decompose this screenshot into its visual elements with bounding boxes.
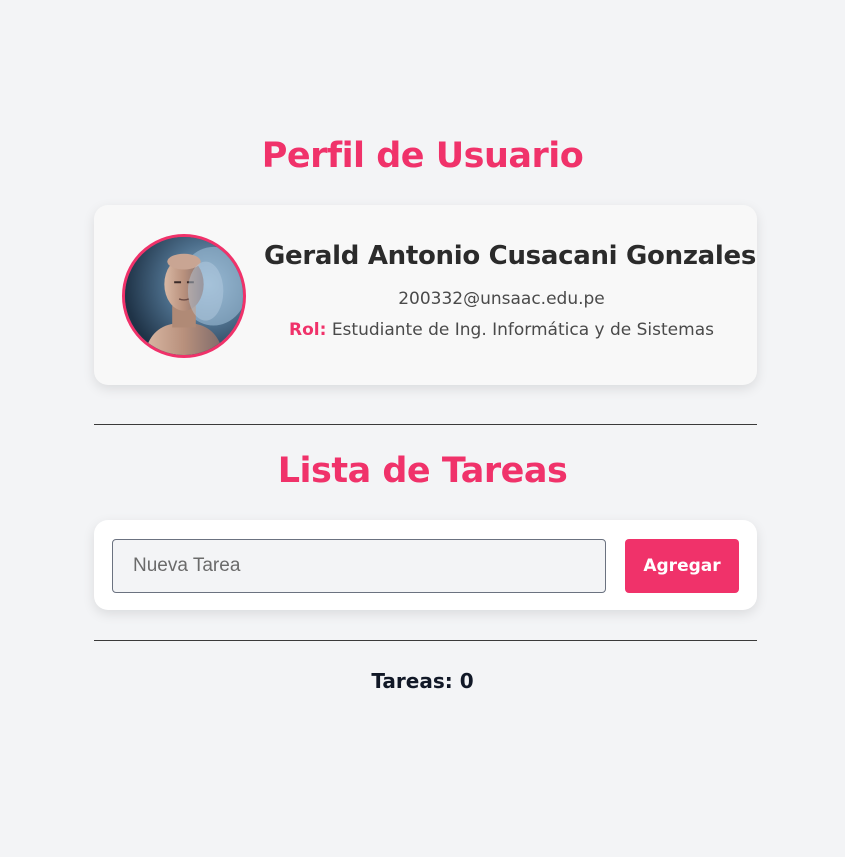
profile-email: 200332@unsaac.edu.pe	[398, 289, 605, 309]
divider	[94, 424, 757, 425]
profile-name: Gerald Antonio Cusacani Gonzales	[264, 241, 757, 271]
new-task-input[interactable]	[112, 539, 606, 593]
profile-card: Gerald Antonio Cusacani Gonzales 200332@…	[94, 205, 757, 385]
user-photo-icon	[125, 237, 243, 355]
page: Perfil de Usuario Gerald Antonio Cusacan…	[0, 0, 845, 857]
add-task-button[interactable]: Agregar	[625, 539, 739, 593]
profile-info: Gerald Antonio Cusacani Gonzales 200332@…	[264, 241, 757, 340]
profile-role: Rol: Estudiante de Ing. Informática y de…	[264, 320, 739, 340]
divider	[94, 640, 757, 641]
task-count: Tareas: 0	[371, 669, 474, 693]
avatar	[122, 234, 246, 358]
role-label: Rol:	[289, 320, 327, 340]
profile-title: Perfil de Usuario	[261, 136, 584, 176]
task-form: Agregar	[94, 520, 757, 610]
tasks-title: Lista de Tareas	[277, 451, 568, 491]
role-value: Estudiante de Ing. Informática y de Sist…	[331, 320, 714, 340]
